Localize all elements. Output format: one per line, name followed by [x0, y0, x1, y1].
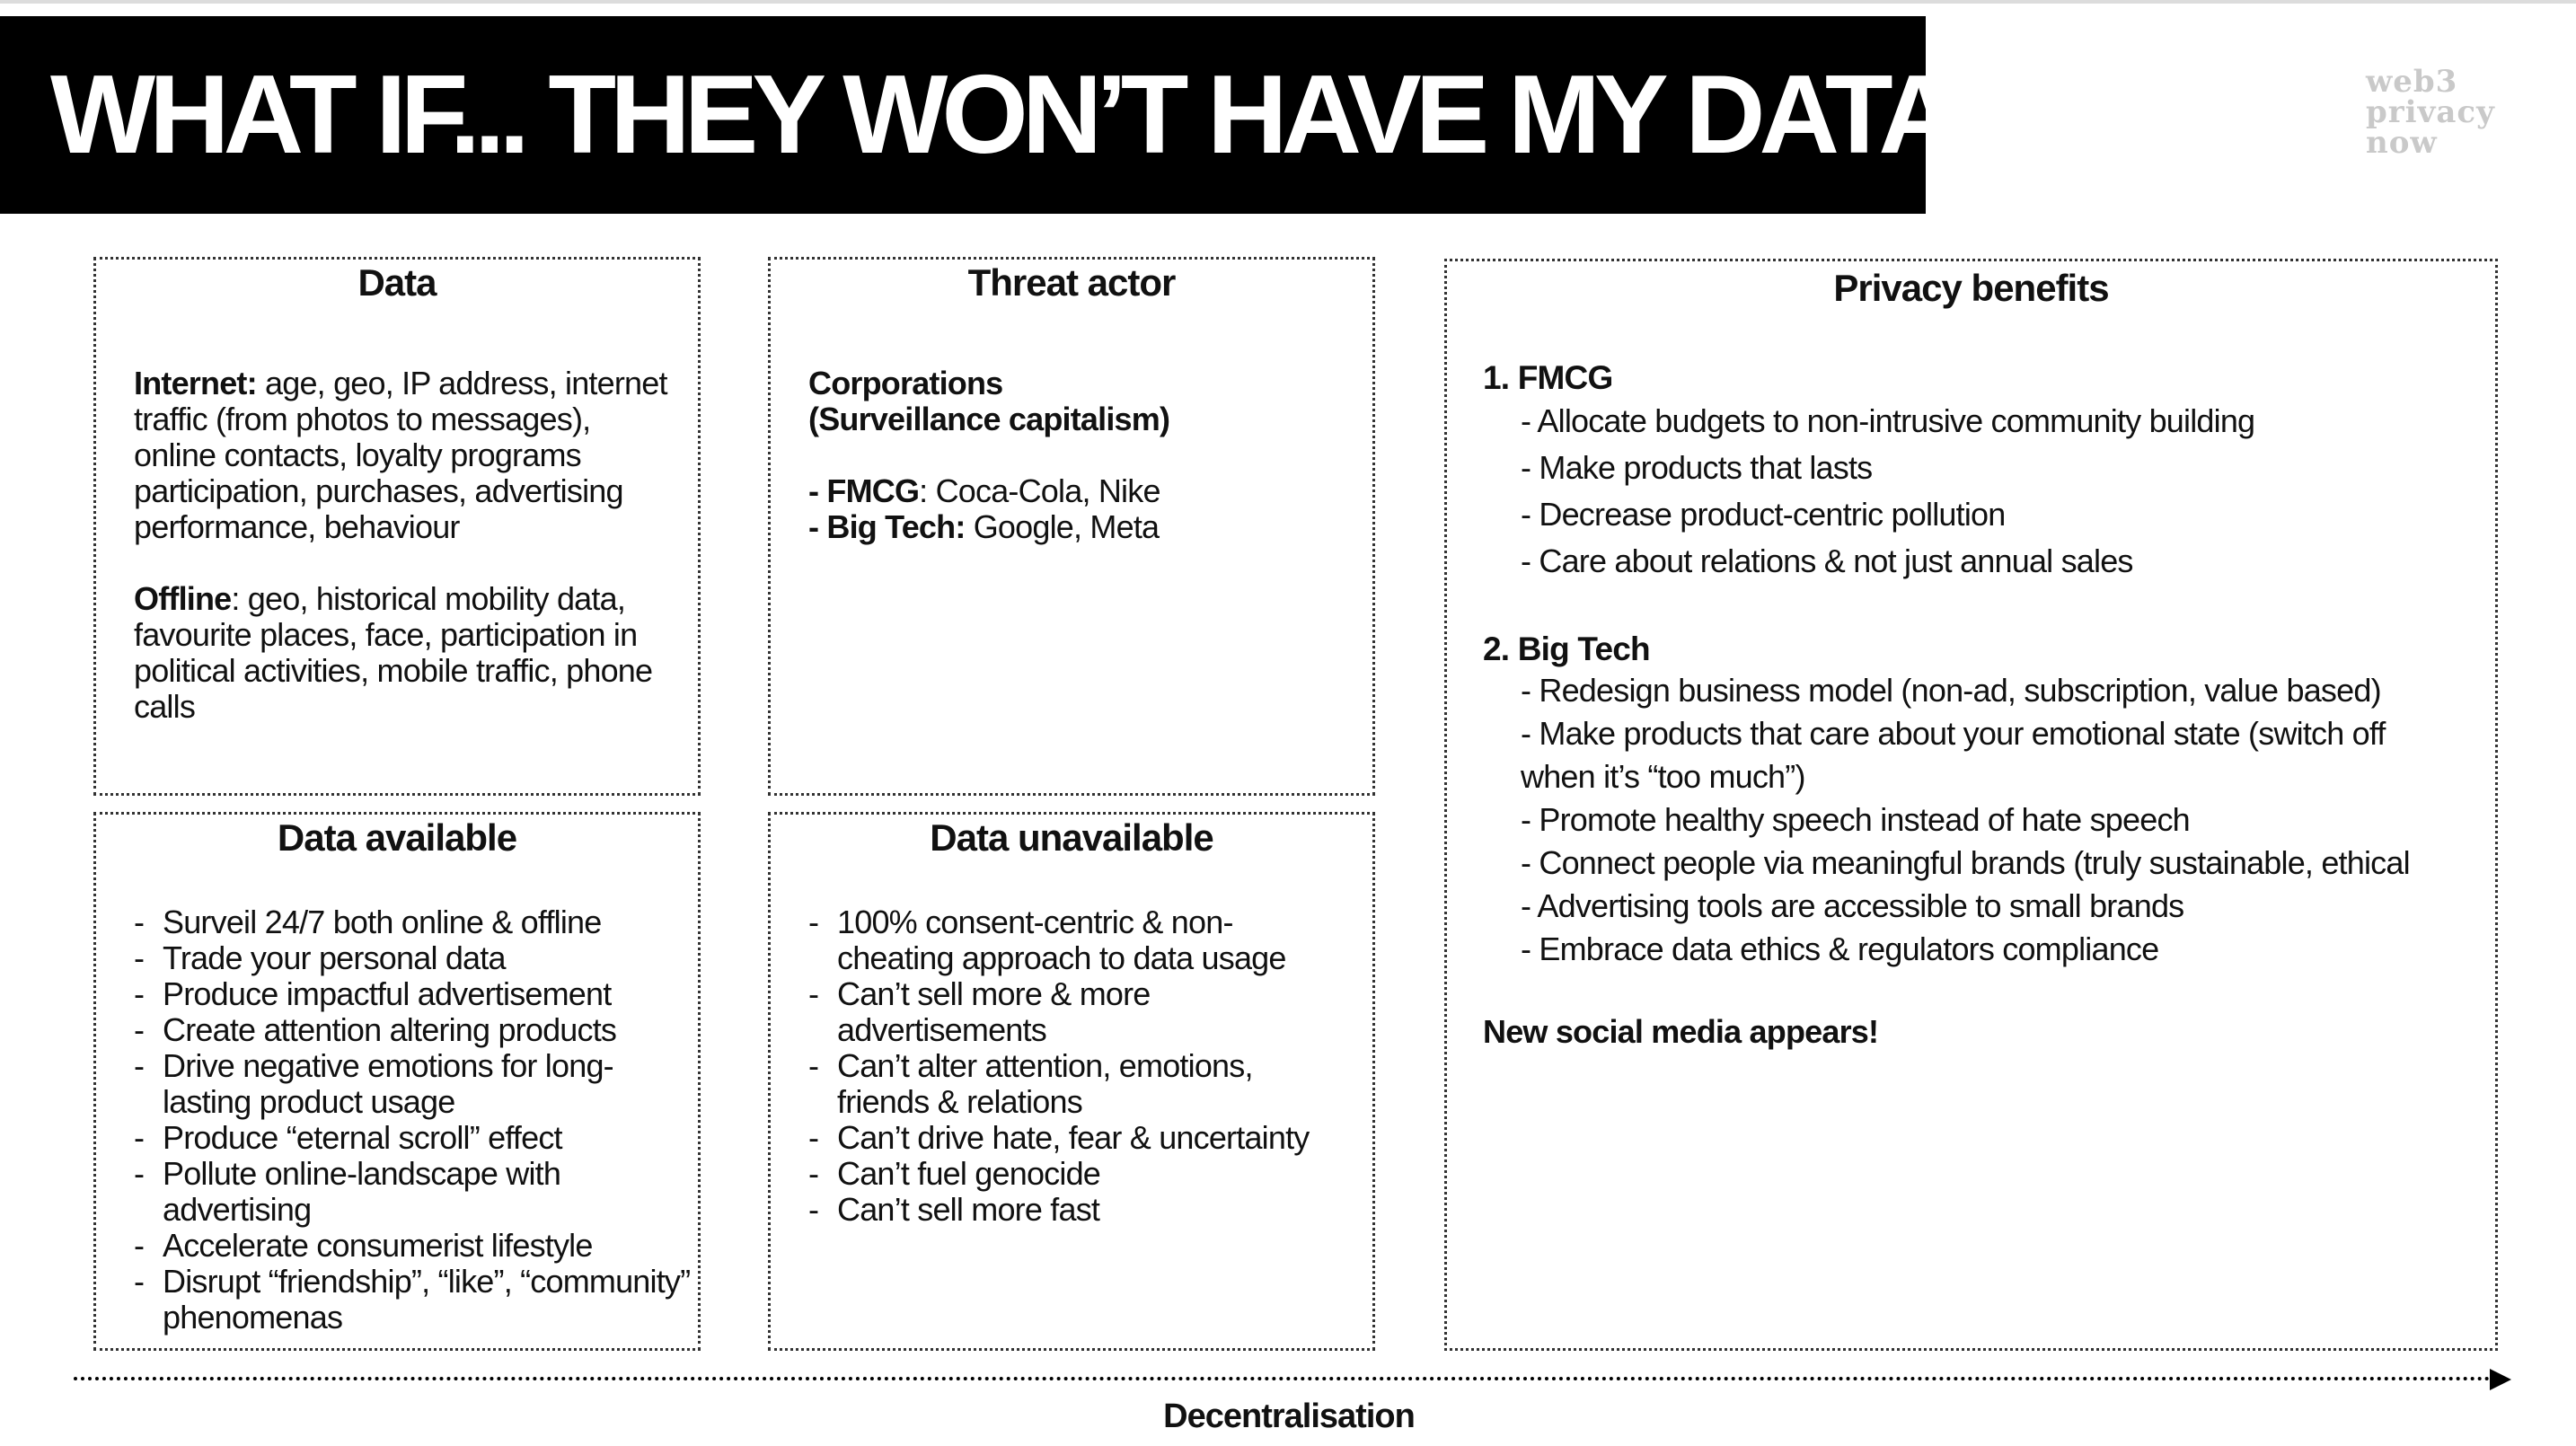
data-available-list: - Surveil 24/7 both online & offline - Tra… — [134, 904, 691, 1336]
list-item-text: Trade your personal data — [163, 939, 507, 976]
threat-bigtech-text: Google, Meta — [965, 508, 1160, 545]
privacy-benefits-box: Privacy benefits 1. FMCG - Allocate budg… — [1444, 259, 2498, 1351]
threat-actor-box: Threat actor Corporations (Surveillance … — [768, 257, 1375, 796]
threat-fmcg-label: - FMCG — [808, 472, 920, 509]
offline-label: Offline — [134, 580, 232, 617]
threat-heading-line2: (Surveillance capitalism) — [808, 401, 1170, 437]
list-item-text: Create attention altering products — [163, 1011, 617, 1048]
list-item: - Can’t fuel genocide — [808, 1155, 1101, 1192]
list-item: - Disrupt “friendship”, “like”, “communit… — [134, 1263, 691, 1336]
data-available-title: Data available — [277, 816, 517, 859]
list-item: - Produce impactful advertisement — [134, 975, 612, 1012]
privacy-benefits-body: 1. FMCG - Allocate budgets to non-intrus… — [1483, 358, 2471, 1052]
list-item-text: Can’t sell more & more advertisements — [837, 975, 1151, 1048]
threat-actor-title: Threat actor — [967, 261, 1177, 304]
threat-fmcg-line: - FMCG: Coca-Cola, Nike — [808, 473, 1347, 509]
threat-fmcg-text: : Coca-Cola, Nike — [919, 472, 1160, 509]
list-item: - Pollute online-landscape with advertisi… — [134, 1155, 561, 1228]
bigtech-heading: 2. Big Tech — [1483, 630, 1651, 667]
top-divider — [0, 0, 2576, 4]
threat-bigtech-line: - Big Tech: Google, Meta — [808, 509, 1347, 545]
list-item: - Make products that care about your emo… — [1521, 715, 2386, 795]
data-box-title: Data — [357, 261, 437, 304]
slide-title: WHAT IF... THEY WON’T HAVE MY DATA — [50, 53, 1959, 177]
list-item-text: Produce “eternal scroll” effect — [163, 1119, 563, 1156]
decentralisation-axis-line — [74, 1377, 2499, 1380]
list-item-text: Can’t alter attention, emotions, friends… — [837, 1047, 1253, 1120]
list-item: - Decrease product-centric pollution — [1521, 496, 2006, 533]
list-item-text: Pollute online-landscape with advertisin… — [163, 1155, 561, 1228]
list-item: - Surveil 24/7 both online & offline — [134, 904, 602, 940]
threat-heading-line1: Corporations — [808, 365, 1003, 401]
data-unavailable-box: Data unavailable -100% consent-centric &… — [768, 812, 1375, 1351]
privacy-benefits-title: Privacy benefits — [1833, 267, 2109, 309]
list-item: - Create attention altering products — [134, 1011, 617, 1048]
data-unavailable-title: Data unavailable — [930, 816, 1213, 859]
list-item-text: Accelerate consumerist lifestyle — [163, 1227, 593, 1264]
internet-data-paragraph: Internet: age, geo, IP address, internet… — [134, 366, 673, 545]
data-available-box: Data available - Surveil 24/7 both online… — [93, 812, 701, 1351]
fmcg-heading: 1. FMCG — [1483, 359, 1613, 396]
list-item: - Allocate budgets to non-intrusive comm… — [1521, 402, 2255, 439]
list-item: - Produce “eternal scroll” effect — [134, 1119, 563, 1156]
bigtech-benefit-list: - Redesign business model (non-ad, subsc… — [1483, 669, 2471, 971]
data-box-body: Internet: age, geo, IP address, internet… — [134, 366, 673, 725]
title-banner: WHAT IF... THEY WON’T HAVE MY DATA — [0, 16, 1959, 214]
logo-line: privacy — [2366, 94, 2495, 130]
list-item: - Can’t sell more fast — [808, 1191, 1100, 1228]
decentralisation-axis-label: Decentralisation — [1163, 1398, 1416, 1435]
closing-statement: New social media appears! — [1483, 1013, 1879, 1050]
data-box: Data Internet: age, geo, IP address, int… — [93, 257, 701, 796]
list-item-text: Drive negative emotions for long-lasting… — [163, 1047, 614, 1120]
list-item: - Accelerate consumerist lifestyle — [134, 1227, 593, 1264]
list-item: - Can’t sell more & more advertisements — [808, 975, 1151, 1048]
list-item-text: Surveil 24/7 both online & offline — [163, 904, 602, 940]
list-item-text: Disrupt “friendship”, “like”, “community… — [163, 1263, 691, 1336]
list-item: - Can’t drive hate, fear & uncertainty — [808, 1119, 1310, 1156]
list-item: -100% consent-centric & non-cheating app… — [808, 904, 1286, 976]
data-unavailable-list: -100% consent-centric & non-cheating app… — [808, 904, 1329, 1228]
list-item: - Make products that lasts — [1521, 449, 1873, 486]
arrow-right-icon — [2490, 1369, 2511, 1390]
list-item-text: 100% consent-centric & non-cheating appr… — [837, 904, 1286, 976]
internet-label: Internet: — [134, 365, 258, 401]
list-item: - Can’t alter attention, emotions, friend… — [808, 1047, 1253, 1120]
logo-line: now — [2366, 125, 2438, 161]
fmcg-benefit-list: - Allocate budgets to non-intrusive comm… — [1483, 398, 2471, 585]
list-item-text: Can’t sell more fast — [837, 1191, 1100, 1228]
logo-line: web3 — [2366, 64, 2458, 100]
threat-bigtech-label: - Big Tech: — [808, 508, 966, 545]
list-item-text: Can’t fuel genocide — [837, 1155, 1101, 1192]
list-item: - Promote healthy speech instead of hate… — [1521, 801, 2191, 838]
list-item-text: Produce impactful advertisement — [163, 975, 612, 1012]
list-item: - Embrace data ethics & regulators compl… — [1521, 930, 2159, 967]
web3-privacy-now-logo: web3 privacy now — [2366, 66, 2510, 158]
list-item: - Advertising tools are accessible to sm… — [1521, 887, 2184, 924]
list-item: - Trade your personal data — [134, 939, 507, 976]
list-item: - Connect people via meaningful brands (… — [1521, 844, 2411, 881]
list-item: - Drive negative emotions for long-lastin… — [134, 1047, 614, 1120]
list-item: - Care about relations & not just annual… — [1521, 542, 2133, 579]
threat-actor-body: Corporations (Surveillance capitalism) -… — [808, 366, 1347, 545]
list-item-text: Can’t drive hate, fear & uncertainty — [837, 1119, 1310, 1156]
offline-data-paragraph: Offline: geo, historical mobility data, … — [134, 581, 673, 725]
list-item: - Redesign business model (non-ad, subsc… — [1521, 672, 2382, 709]
